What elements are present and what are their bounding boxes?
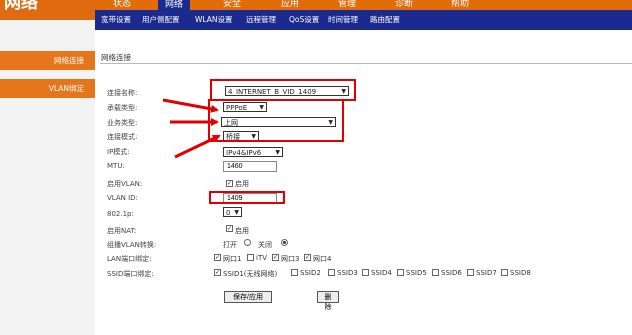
ssid3-text: SSID3 (337, 269, 358, 277)
lan-port-4-text: 网口4 (313, 255, 332, 263)
ssid2-checkbox[interactable] (291, 269, 298, 276)
nat-enable-text: 启用 (235, 227, 249, 235)
ssid1-checkbox[interactable] (214, 269, 221, 276)
multicast-off-text: 关闭 (258, 241, 272, 249)
ssid6-text: SSID6 (441, 269, 462, 277)
dot1p-value: 0 (226, 209, 231, 217)
ssid7-checkbox[interactable] (467, 269, 474, 276)
lan-port-4-checkbox[interactable] (304, 254, 311, 261)
sidebar-item-network-connection[interactable]: 网络连接 (0, 51, 95, 70)
highlight-type-fields (208, 99, 344, 142)
top-nav-network[interactable]: 网络 (158, 0, 191, 10)
dot1p-select[interactable]: 0 ▼ (223, 207, 242, 217)
lan-port-1-checkbox[interactable] (214, 254, 221, 261)
ssid-bind-label: SSID端口绑定: (107, 270, 154, 278)
conn-type-label: 承载类型: (107, 104, 138, 112)
top-nav-diagnostics[interactable]: 诊断 (395, 0, 413, 9)
sub-nav-wlan[interactable]: WLAN设置 (195, 15, 233, 25)
sidebar: 网络连接 VLAN绑定 (0, 20, 95, 335)
sub-nav-routing[interactable]: 路由配置 (370, 15, 400, 25)
multicast-off-radio[interactable] (281, 239, 288, 246)
top-nav: 状态 网络 安全 应用 管理 诊断 帮助 (95, 0, 632, 10)
ip-mode-select[interactable]: IPv4&IPv6 ▼ (223, 147, 283, 157)
chevron-down-icon: ▼ (275, 149, 280, 156)
conn-name-label: 连接名称: (107, 89, 138, 97)
multicast-on-radio[interactable] (244, 239, 251, 246)
sub-nav-remote[interactable]: 远程管理 (246, 15, 276, 25)
vlan-enable-checkbox[interactable] (226, 180, 233, 187)
nat-enable-label: 启用NAT: (107, 227, 137, 235)
annotation-arrows (162, 98, 221, 159)
multicast-label: 组播VLAN转换: (107, 241, 157, 249)
top-nav-apps[interactable]: 应用 (281, 0, 299, 9)
delete-button[interactable]: 删除 (317, 291, 339, 311)
save-apply-button[interactable]: 保存/应用 (224, 291, 272, 303)
app-logo: 网络 (0, 0, 99, 20)
ip-mode-value: IPv4&IPv6 (226, 149, 262, 157)
ssid8-text: SSID8 (510, 269, 531, 277)
lan-port-itv-checkbox[interactable] (247, 254, 254, 261)
sub-nav-user-side[interactable]: 用户侧配置 (142, 15, 180, 25)
sub-nav-broadband[interactable]: 宽带设置 (101, 15, 131, 25)
sub-nav: 宽带设置 用户侧配置 WLAN设置 远程管理 QoS设置 时间管理 路由配置 (95, 10, 632, 30)
mtu-input[interactable] (223, 161, 277, 172)
vlan-enable-text: 启用 (235, 180, 249, 188)
sub-nav-qos[interactable]: QoS设置 (289, 15, 319, 25)
ssid5-text: SSID5 (406, 269, 427, 277)
lan-port-3-text: 网口3 (281, 255, 300, 263)
divider (100, 63, 632, 64)
vlan-id-label: VLAN ID: (107, 194, 138, 202)
highlight-conn-name (210, 79, 356, 101)
sidebar-item-vlan-binding[interactable]: VLAN绑定 (0, 79, 95, 98)
logo-text: 网络 (4, 0, 38, 13)
conn-mode-label: 连接模式: (107, 133, 138, 141)
vlan-enable-label: 启用VLAN: (107, 180, 143, 188)
ssid5-checkbox[interactable] (397, 269, 404, 276)
ssid2-text: SSID2 (300, 269, 321, 277)
lan-port-1-text: 网口1 (223, 255, 242, 263)
ssid4-checkbox[interactable] (362, 269, 369, 276)
ssid8-checkbox[interactable] (501, 269, 508, 276)
ssid6-checkbox[interactable] (432, 269, 439, 276)
ip-mode-label: IP模式: (107, 148, 130, 156)
top-nav-help[interactable]: 帮助 (451, 0, 469, 9)
chevron-down-icon: ▼ (234, 209, 239, 216)
page-title: 网络连接 (101, 53, 131, 62)
multicast-on-text: 打开 (223, 241, 237, 249)
service-type-label: 业务类型: (107, 119, 138, 127)
sub-nav-time[interactable]: 时间管理 (328, 15, 358, 25)
top-nav-security[interactable]: 安全 (223, 0, 241, 9)
nat-enable-checkbox[interactable] (226, 225, 233, 232)
ssid7-text: SSID7 (476, 269, 497, 277)
ssid3-checkbox[interactable] (328, 269, 335, 276)
dot1p-label: 802.1p: (107, 210, 134, 218)
lan-bind-label: LAN端口绑定: (107, 255, 152, 263)
ssid1-text: SSID1(无线网络) (223, 270, 278, 278)
top-nav-status[interactable]: 状态 (113, 0, 131, 9)
highlight-vlan-id (209, 191, 285, 204)
mtu-label: MTU: (107, 162, 125, 170)
top-nav-management[interactable]: 管理 (338, 0, 356, 9)
ssid4-text: SSID4 (371, 269, 392, 277)
main-panel: 网络连接 连接名称: 4_INTERNET_B_VID_1409 ▼ 承载类型: … (95, 30, 632, 335)
lan-port-3-checkbox[interactable] (272, 254, 279, 261)
lan-port-itv-text: iTV (256, 254, 268, 262)
